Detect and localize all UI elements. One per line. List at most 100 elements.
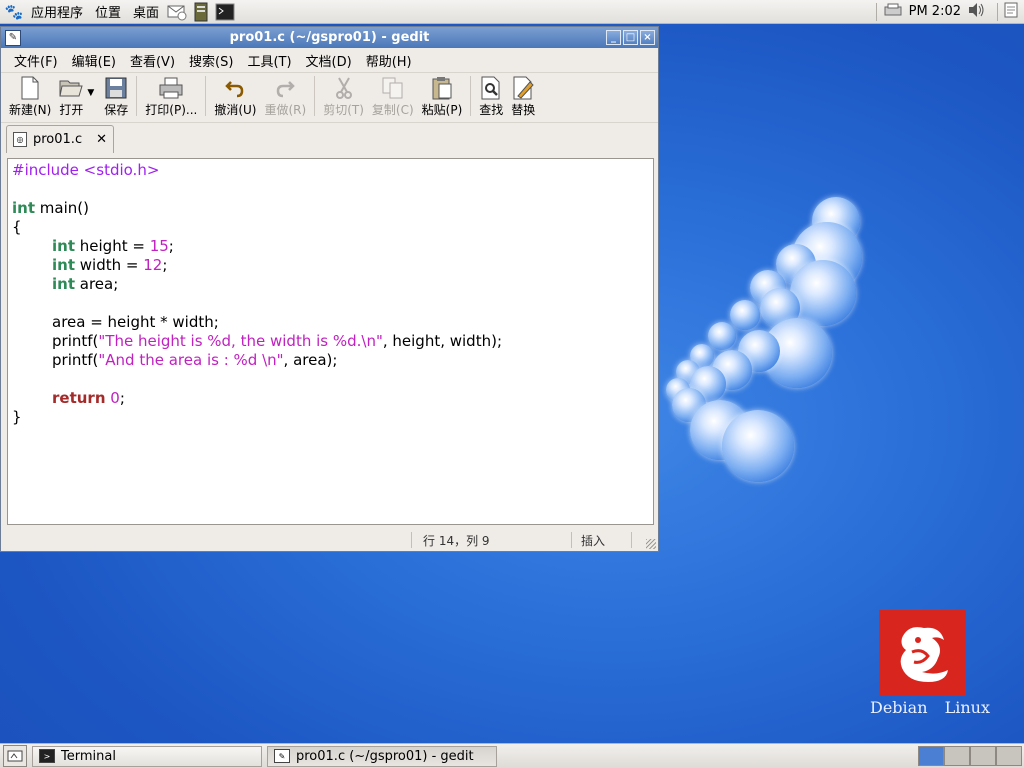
toolbar: 新建(N) 打开 ▼ 保存 打印(P)... 撤消(U) 重做(R) 剪切(T)… [1,73,658,123]
taskbar-gedit[interactable]: ✎ pro01.c (~/gspro01) - gedit [267,745,497,767]
maximize-button[interactable]: □ [623,30,638,45]
code-text: printf( [52,332,99,350]
copy-button[interactable]: 复制(C) [368,76,418,118]
status-divider [411,532,412,548]
code-text: area = height * width; [52,313,219,331]
code-number: 0 [110,389,120,407]
menu-file[interactable]: 文件(F) [7,51,65,70]
notes-icon[interactable] [1004,2,1018,21]
panel-separator [875,2,877,21]
show-desktop-button[interactable] [3,745,27,767]
paste-button[interactable]: 粘贴(P) [418,76,467,118]
tab-pro01[interactable]: ◎ pro01.c ✕ [6,125,114,153]
c-file-icon: ◎ [13,132,27,147]
code-line: int area; [12,275,649,294]
code-line: return 0; [12,389,649,408]
terminal-launcher-icon[interactable] [215,2,235,22]
email-launcher-icon[interactable] [167,2,187,22]
print-button[interactable]: 打印(P)... [141,76,201,118]
tab-close-icon[interactable]: ✕ [96,132,107,147]
bottom-panel: > Terminal ✎ pro01.c (~/gspro01) - gedit [0,743,1024,768]
panel-separator [997,2,998,21]
code-line: } [12,408,649,427]
scissors-icon [332,76,356,100]
code-text: } [12,408,22,426]
menu-help[interactable]: 帮助(H) [359,51,419,70]
minimize-button[interactable]: _ [606,30,621,45]
paste-button-label: 粘贴(P) [421,103,463,117]
code-string: "And the area is : %d \n" [98,351,284,369]
code-type-keyword: int [52,256,75,274]
find-button[interactable]: 查找 [475,76,507,118]
find-magnifier-icon [479,76,503,100]
status-divider [631,532,632,548]
clipboard-paste-icon [430,76,454,100]
open-button[interactable]: 打开 [55,76,87,118]
code-line: printf("The height is %d, the width is %… [12,332,649,351]
find-button-label: 查找 [479,103,504,117]
taskbar-terminal[interactable]: > Terminal [32,745,262,767]
code-editor[interactable]: #include <stdio.h> int main(){int height … [7,158,654,525]
menu-tools[interactable]: 工具(T) [240,51,298,70]
code-number: 15 [149,237,169,255]
open-recent-dropdown[interactable]: ▼ [87,88,94,98]
terminal-icon: > [39,749,55,763]
workspace-3[interactable] [970,746,996,766]
undo-button-label: 撤消(U) [214,103,257,117]
volume-icon[interactable] [967,2,987,21]
code-text: main() [35,199,89,217]
redo-button-label: 重做(R) [264,103,307,117]
close-button[interactable]: × [640,30,655,45]
code-line: printf("And the area is : %d \n", area); [12,351,649,370]
new-document-icon [18,76,42,100]
text-editor-launcher-icon[interactable] [191,2,211,22]
new-button[interactable]: 新建(N) [5,76,55,118]
gedit-icon: ✎ [274,749,290,763]
toolbar-separator [470,76,472,116]
code-text: width = [75,256,144,274]
code-text: ; [119,389,125,407]
gnome-foot-icon[interactable]: 🐾 [3,1,25,23]
tab-label: pro01.c [33,132,83,147]
new-button-label: 新建(N) [9,103,52,117]
menu-documents[interactable]: 文档(D) [299,51,359,70]
desktop-menu[interactable]: 桌面 [127,2,165,21]
menu-search[interactable]: 搜索(S) [182,51,240,70]
menu-view[interactable]: 查看(V) [123,51,182,70]
redo-button[interactable]: 重做(R) [261,76,311,118]
undo-button[interactable]: 撤消(U) [210,76,260,118]
code-number: 12 [143,256,163,274]
workspace-1[interactable] [918,746,944,766]
replace-pencil-icon [511,76,535,100]
toolbar-separator [136,76,138,116]
workspace-switcher [918,746,1022,766]
cut-button[interactable]: 剪切(T) [319,76,368,118]
cursor-position: 行 14，列 9 [423,533,490,548]
open-folder-icon [59,76,84,100]
save-button[interactable]: 保存 [100,76,132,118]
code-text: { [12,218,22,236]
code-string: "The height is %d, the width is %d.\n" [98,332,383,350]
code-type-keyword: int [12,199,35,217]
printer-icon[interactable] [883,3,903,20]
menubar: 文件(F) 编辑(E) 查看(V) 搜索(S) 工具(T) 文档(D) 帮助(H… [1,48,658,73]
applications-menu[interactable]: 应用程序 [25,2,89,21]
code-text: , area); [283,351,338,369]
cut-button-label: 剪切(T) [323,103,364,117]
clock[interactable]: PM 2:02 [909,4,961,19]
window-titlebar[interactable]: ✎ pro01.c (~/gspro01) - gedit _ □ × [1,27,658,48]
places-menu[interactable]: 位置 [89,2,127,21]
debian-logo [879,610,966,696]
toolbar-separator [314,76,316,116]
resize-grip[interactable] [646,539,656,549]
code-line: int main() [12,199,649,218]
workspace-4[interactable] [996,746,1022,766]
code-line: #include <stdio.h> [12,161,649,180]
document-tabs: ◎ pro01.c ✕ [1,123,658,153]
replace-button[interactable]: 替换 [507,76,539,118]
workspace-2[interactable] [944,746,970,766]
menu-edit[interactable]: 编辑(E) [65,51,123,70]
